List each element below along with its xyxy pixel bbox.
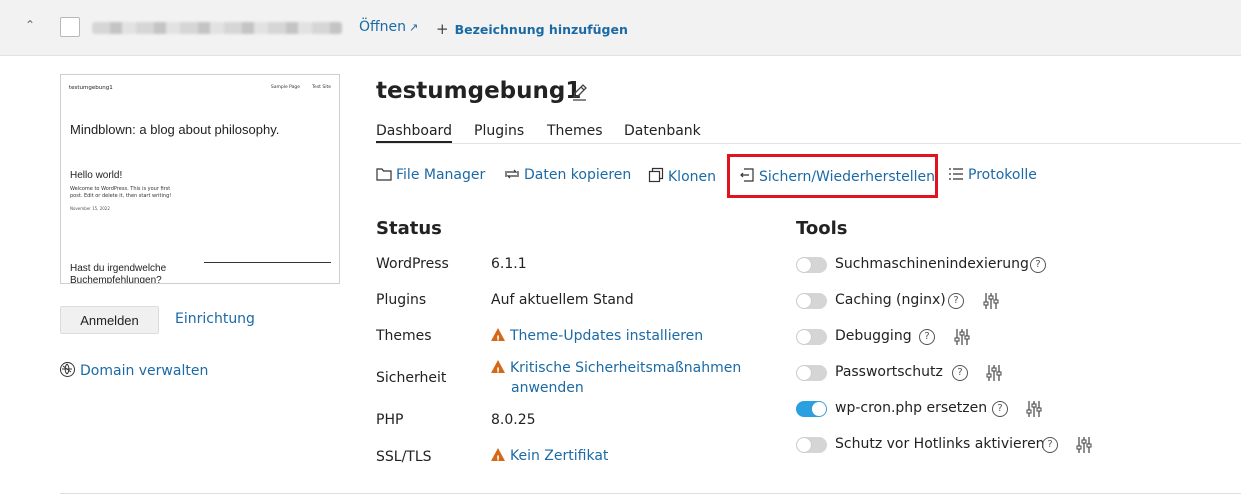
help-icon[interactable]: ? bbox=[992, 401, 1008, 417]
file-manager-link[interactable]: File Manager bbox=[376, 167, 485, 185]
toggle-switch[interactable] bbox=[796, 401, 827, 417]
settings-sliders-icon[interactable] bbox=[1026, 400, 1042, 422]
toggle-switch[interactable] bbox=[796, 365, 827, 381]
select-site-checkbox[interactable] bbox=[60, 17, 80, 37]
copy-data-link[interactable]: Daten kopieren bbox=[504, 167, 631, 185]
preview-site-name: testumgebung1 bbox=[69, 85, 113, 91]
settings-sliders-icon[interactable] bbox=[986, 364, 1002, 386]
settings-sliders-icon[interactable] bbox=[954, 328, 970, 350]
status-label: Plugins bbox=[376, 292, 427, 308]
chevron-up-icon[interactable]: ⌃ bbox=[25, 18, 35, 32]
status-value: Auf aktuellem Stand bbox=[491, 292, 634, 308]
status-value: 8.0.25 bbox=[491, 412, 536, 428]
highlight-annotation-box bbox=[727, 154, 938, 198]
warning-icon bbox=[491, 360, 505, 382]
security-measures-link[interactable]: Kritische Sicherheitsmaßnahmen anwenden bbox=[491, 358, 751, 398]
help-icon[interactable]: ? bbox=[919, 329, 935, 345]
settings-sliders-icon[interactable] bbox=[983, 292, 999, 314]
help-icon[interactable]: ? bbox=[1042, 437, 1058, 453]
clone-icon bbox=[648, 167, 664, 187]
status-label: Themes bbox=[376, 328, 432, 344]
toggle-switch[interactable] bbox=[796, 257, 827, 273]
tab-bar: Dashboard Plugins Themes Datenbank bbox=[376, 123, 1241, 144]
help-icon[interactable]: ? bbox=[948, 293, 964, 309]
status-label: PHP bbox=[376, 412, 404, 428]
warning-icon bbox=[491, 448, 505, 470]
tab-database[interactable]: Datenbank bbox=[624, 123, 701, 139]
external-link-icon: ↗ bbox=[409, 21, 419, 34]
status-label: Sicherheit bbox=[376, 370, 447, 386]
settings-sliders-icon[interactable] bbox=[1076, 436, 1092, 458]
site-preview-thumbnail[interactable]: testumgebung1 Sample Page Test Site Mindb… bbox=[60, 74, 340, 284]
preview-nav: Sample Page Test Site bbox=[270, 85, 331, 90]
folder-icon bbox=[376, 167, 392, 185]
clone-link[interactable]: Klonen bbox=[648, 167, 716, 187]
section-divider bbox=[60, 493, 1241, 494]
help-icon[interactable]: ? bbox=[1030, 257, 1046, 273]
toggle-switch[interactable] bbox=[796, 437, 827, 453]
preview-headline: Mindblown: a blog about philosophy. bbox=[70, 122, 280, 137]
status-heading: Status bbox=[376, 218, 442, 239]
add-label-button[interactable]: + Bezeichnung hinzufügen bbox=[436, 20, 628, 38]
list-icon bbox=[948, 167, 964, 185]
open-site-link[interactable]: Öffnen ↗ bbox=[359, 19, 418, 35]
toggle-switch[interactable] bbox=[796, 293, 827, 309]
preview-divider bbox=[204, 262, 331, 263]
page-title: testumgebung1 bbox=[376, 78, 582, 104]
preview-post-date: November 15, 2022 bbox=[70, 206, 110, 211]
ssl-certificate-link[interactable]: Kein Zertifikat bbox=[491, 446, 608, 470]
theme-updates-link[interactable]: Theme-Updates installieren bbox=[491, 326, 703, 350]
warning-icon bbox=[491, 328, 505, 350]
preview-post-title: Hello world! bbox=[70, 170, 123, 181]
help-icon[interactable]: ? bbox=[952, 365, 968, 381]
logs-link[interactable]: Protokolle bbox=[948, 167, 1037, 185]
sync-icon bbox=[504, 167, 520, 185]
site-header-bar: ⌃ Öffnen ↗ + Bezeichnung hinzufügen bbox=[0, 0, 1241, 56]
tools-heading: Tools bbox=[796, 218, 848, 239]
redacted-site-url bbox=[92, 22, 342, 34]
setup-link[interactable]: Einrichtung bbox=[175, 311, 255, 327]
toggle-switch[interactable] bbox=[796, 329, 827, 345]
plus-icon: + bbox=[436, 20, 449, 38]
status-label: SSL/TLS bbox=[376, 449, 432, 465]
tab-themes[interactable]: Themes bbox=[547, 123, 603, 139]
tab-dashboard[interactable]: Dashboard bbox=[376, 123, 452, 143]
edit-pencil-icon[interactable] bbox=[571, 84, 588, 105]
preview-post-text: Welcome to WordPress. This is your first… bbox=[70, 186, 172, 199]
globe-icon bbox=[60, 362, 75, 377]
status-value: 6.1.1 bbox=[491, 256, 527, 272]
tab-plugins[interactable]: Plugins bbox=[474, 123, 524, 139]
login-button[interactable]: Anmelden bbox=[60, 306, 159, 334]
preview-question: Hast du irgendwelche Buchempfehlungen? bbox=[70, 263, 167, 284]
status-label: WordPress bbox=[376, 256, 449, 272]
manage-domain-link[interactable]: Domain verwalten bbox=[60, 362, 208, 379]
